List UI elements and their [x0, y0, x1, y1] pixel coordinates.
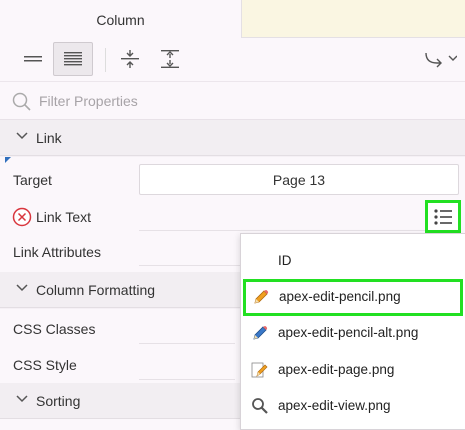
go-to-group-icon — [425, 52, 457, 68]
menu-item-label: apex-edit-pencil.png — [279, 289, 401, 304]
toolbar — [0, 38, 465, 82]
show-common-button[interactable] — [13, 42, 53, 76]
css-classes-label: CSS Classes — [13, 321, 96, 337]
toolbar-divider — [105, 48, 106, 72]
group-label: Sorting — [36, 393, 81, 409]
magnifier-icon — [252, 398, 268, 414]
link-attributes-label: Link Attributes — [13, 244, 101, 260]
tab-bar: Column — [0, 0, 465, 39]
lines-full-icon — [64, 52, 82, 66]
menu-item-apex-edit-pencil[interactable]: apex-edit-pencil.png — [243, 279, 463, 316]
expand-icon — [161, 50, 179, 68]
link-text-field[interactable] — [139, 230, 459, 231]
menu-item-label: apex-edit-view.png — [278, 398, 391, 413]
menu-item-label: apex-edit-page.png — [278, 362, 395, 377]
collapse-icon — [121, 50, 139, 68]
collapse-all-button[interactable] — [110, 42, 150, 76]
menu-item-label: ID — [278, 253, 292, 268]
menu-item-apex-edit-page[interactable]: apex-edit-page.png — [241, 352, 465, 389]
filter-bar: Filter Properties — [0, 82, 465, 120]
pencil-page-icon — [251, 362, 268, 378]
menu-item-apex-edit-view[interactable]: apex-edit-view.png — [241, 388, 465, 425]
filter-input[interactable]: Filter Properties — [39, 93, 138, 109]
group-link[interactable]: Link — [0, 120, 465, 156]
css-style-label: CSS Style — [13, 357, 77, 373]
lines-short-icon — [24, 56, 42, 62]
tab-column[interactable]: Column — [0, 0, 242, 39]
menu-item-label: apex-edit-pencil-alt.png — [278, 325, 419, 340]
pencil-icon — [254, 290, 269, 304]
link-text-label: Link Text — [36, 209, 91, 225]
menu-item-id[interactable]: ID — [241, 243, 465, 280]
css-style-field[interactable] — [139, 379, 235, 380]
chevron-down-icon — [16, 284, 28, 292]
group-label: Link — [36, 130, 62, 146]
list-icon — [434, 208, 452, 225]
menu-item-apex-edit-pencil-alt[interactable]: apex-edit-pencil-alt.png — [241, 315, 465, 352]
pencil-alt-icon — [253, 326, 268, 340]
error-circle-icon — [12, 207, 32, 227]
chevron-down-icon — [16, 132, 28, 140]
group-label: Column Formatting — [36, 282, 156, 298]
required-marker — [5, 157, 11, 163]
target-label: Target — [13, 172, 52, 188]
chevron-down-icon — [16, 395, 28, 403]
target-value-button[interactable]: Page 13 — [139, 164, 459, 195]
go-to-group-button[interactable] — [418, 42, 462, 76]
link-text-dropdown-menu: ID apex-edit-pencil.png apex-edit-pencil… — [240, 233, 465, 430]
search-icon — [12, 92, 31, 111]
css-classes-field[interactable] — [139, 343, 235, 344]
expand-all-button[interactable] — [150, 42, 190, 76]
show-all-button[interactable] — [53, 42, 93, 76]
list-of-values-button[interactable] — [425, 200, 461, 233]
